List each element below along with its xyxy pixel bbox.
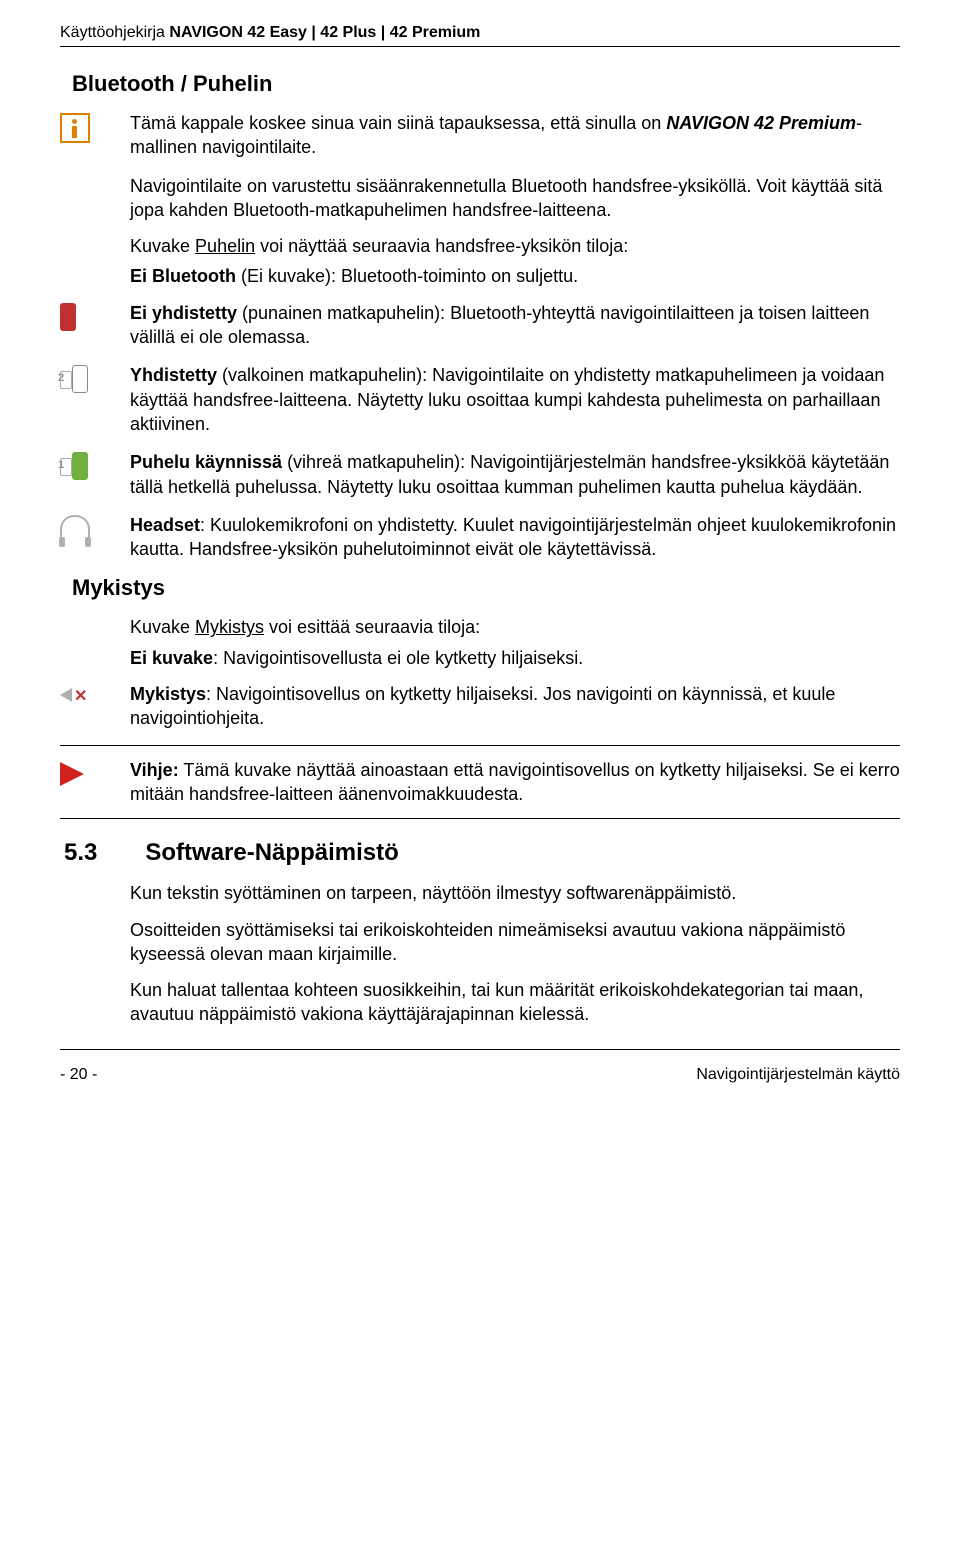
footer-rule xyxy=(60,1049,900,1050)
bold: Ei kuvake xyxy=(130,648,213,668)
bold: Mykistys xyxy=(130,684,206,704)
page-number: - 20 - xyxy=(60,1066,97,1084)
info-block: Tämä kappale koskee sinua vain siinä tap… xyxy=(60,111,900,160)
bold: Headset xyxy=(130,515,200,535)
text: (punainen matkapuhelin): Bluetooth-yhtey… xyxy=(130,303,869,347)
document-page: Käyttöohjekirja NAVIGON 42 Easy | 42 Plu… xyxy=(0,0,960,1102)
text: voi näyttää seuraavia handsfree-yksikön … xyxy=(255,236,628,256)
phone-white-icon: 2 xyxy=(60,365,92,393)
not-connected-row: Ei yhdistetty (punainen matkapuhelin): B… xyxy=(60,301,900,350)
tip-rule-bottom xyxy=(60,818,900,819)
call-row: 1 Puhelu käynnissä (vihreä matkapuhelin)… xyxy=(60,450,900,499)
mute-para-2: Ei kuvake: Navigointisovellusta ei ole k… xyxy=(130,646,900,670)
text: : Navigointisovellus on kytketty hiljais… xyxy=(130,684,835,728)
intro-para-1: Navigointilaite on varustettu sisäänrake… xyxy=(130,174,900,223)
heading-bluetooth: Bluetooth / Puhelin xyxy=(72,71,900,97)
bold: Ei yhdistetty xyxy=(130,303,237,323)
soft-para-3: Kun haluat tallentaa kohteen suosikkeihi… xyxy=(130,978,900,1027)
connected-text: Yhdistetty (valkoinen matkapuhelin): Nav… xyxy=(130,363,900,436)
underlined: Puhelin xyxy=(195,236,255,256)
headset-text: Headset: Kuulokemikrofoni on yhdistetty.… xyxy=(130,513,900,562)
info-icon xyxy=(60,113,90,143)
soft-para-2: Osoitteiden syöttämiseksi tai erikoiskoh… xyxy=(130,918,900,967)
phone-red-icon xyxy=(60,303,76,331)
headset-icon xyxy=(60,515,90,541)
info-text: Tämä kappale koskee sinua vain siinä tap… xyxy=(130,111,900,160)
call-text: Puhelu käynnissä (vihreä matkapuhelin): … xyxy=(130,450,900,499)
underlined: Mykistys xyxy=(195,617,264,637)
text: : Navigointisovellusta ei ole kytketty h… xyxy=(213,648,583,668)
text: (Ei kuvake): Bluetooth-toiminto on sulje… xyxy=(236,266,578,286)
mute-icon: ✕ xyxy=(60,684,88,706)
text: (valkoinen matkapuhelin): Navigointilait… xyxy=(130,365,884,434)
tip-row: Vihje: Tämä kuvake näyttää ainoastaan et… xyxy=(60,758,900,807)
bold: Yhdistetty xyxy=(130,365,217,385)
bold: Ei Bluetooth xyxy=(130,266,236,286)
running-header: Käyttöohjekirja NAVIGON 42 Easy | 42 Plu… xyxy=(60,24,900,42)
headset-row: Headset: Kuulokemikrofoni on yhdistetty.… xyxy=(60,513,900,562)
footer-section: Navigointijärjestelmän käyttö xyxy=(696,1066,900,1084)
mute-row: ✕ Mykistys: Navigointisovellus on kytket… xyxy=(60,682,900,731)
intro-para-2: Kuvake Puhelin voi näyttää seuraavia han… xyxy=(130,234,900,258)
text: : Kuulokemikrofoni on yhdistetty. Kuulet… xyxy=(130,515,896,559)
text: Tämä kappale koskee sinua vain siinä tap… xyxy=(130,113,666,133)
soft-para-1: Kun tekstin syöttäminen on tarpeen, näyt… xyxy=(130,881,900,905)
intro-para-3: Ei Bluetooth (Ei kuvake): Bluetooth-toim… xyxy=(130,264,900,288)
footer: - 20 - Navigointijärjestelmän käyttö xyxy=(60,1066,900,1084)
section-number: 5.3 xyxy=(64,839,97,867)
heading-mute: Mykistys xyxy=(72,575,900,601)
tip-rule-top xyxy=(60,745,900,746)
not-connected-text: Ei yhdistetty (punainen matkapuhelin): B… xyxy=(130,301,900,350)
header-rule xyxy=(60,46,900,47)
text: voi esittää seuraavia tiloja: xyxy=(264,617,480,637)
product-name: NAVIGON 42 Premium xyxy=(666,113,856,133)
text: Kuvake xyxy=(130,236,195,256)
header-products: NAVIGON 42 Easy | 42 Plus | 42 Premium xyxy=(169,24,480,41)
tip-text: Vihje: Tämä kuvake näyttää ainoastaan et… xyxy=(130,758,900,807)
heading-software: 5.3 Software-Näppäimistö xyxy=(64,839,900,867)
play-icon xyxy=(60,762,84,786)
text: Tämä kuvake näyttää ainoastaan että navi… xyxy=(130,760,900,804)
mute-para-1: Kuvake Mykistys voi esittää seuraavia ti… xyxy=(130,615,900,639)
connected-row: 2 Yhdistetty (valkoinen matkapuhelin): N… xyxy=(60,363,900,436)
text: Kuvake xyxy=(130,617,195,637)
section-title: Software-Näppäimistö xyxy=(145,839,398,867)
header-prefix: Käyttöohjekirja xyxy=(60,24,169,41)
bold: Vihje: xyxy=(130,760,179,780)
bold: Puhelu käynnissä xyxy=(130,452,282,472)
mute-text: Mykistys: Navigointisovellus on kytketty… xyxy=(130,682,900,731)
phone-green-icon: 1 xyxy=(60,452,92,480)
